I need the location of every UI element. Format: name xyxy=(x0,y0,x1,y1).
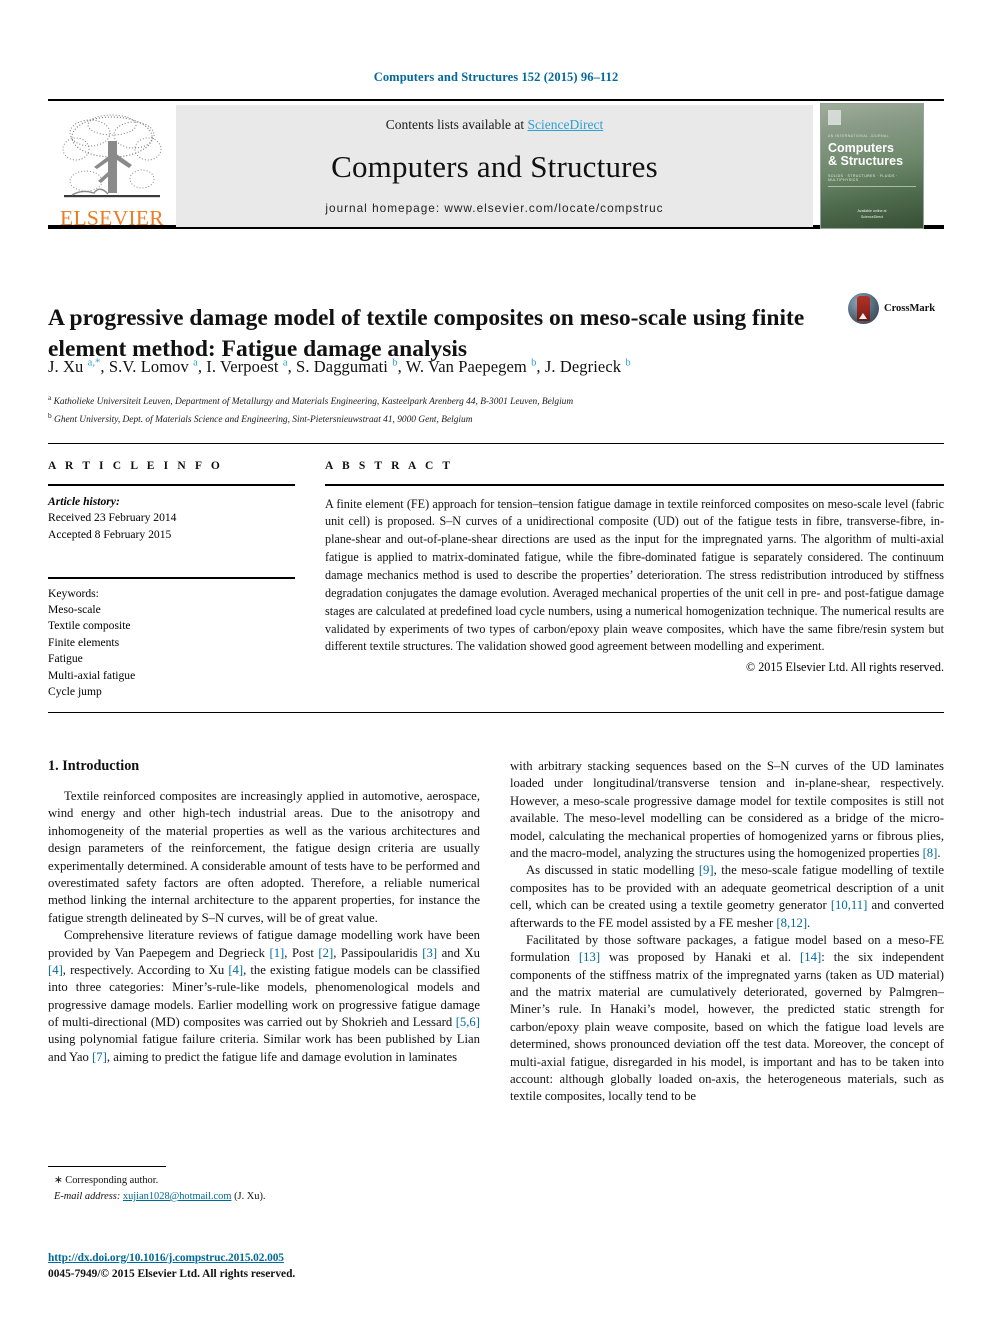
paragraph: Textile reinforced composites are increa… xyxy=(48,789,480,925)
article-history: Article history: Received 23 February 20… xyxy=(48,494,295,543)
citation-ref[interactable]: [8] xyxy=(923,846,938,860)
cover-elsevier-mark xyxy=(828,110,841,125)
keywords-block: Keywords: Meso-scale Textile composite F… xyxy=(48,576,295,701)
citation-ref[interactable]: [7] xyxy=(92,1050,107,1064)
abstract-rule xyxy=(325,484,944,486)
contents-lists-line: Contents lists available at ScienceDirec… xyxy=(176,117,813,133)
keyword-item: Multi-axial fatigue xyxy=(48,668,136,682)
citation-ref[interactable]: [14] xyxy=(800,950,821,964)
email-owner: (J. Xu). xyxy=(234,1190,266,1202)
citation-ref[interactable]: [5,6] xyxy=(456,1015,480,1029)
abstract-text: A finite element (FE) approach for tensi… xyxy=(325,496,944,654)
body-column-right: with arbitrary stacking sequences based … xyxy=(510,758,944,1106)
abstract-copyright: © 2015 Elsevier Ltd. All rights reserved… xyxy=(745,660,944,675)
section-heading-introduction: 1. Introduction xyxy=(48,758,140,774)
journal-homepage-line[interactable]: journal homepage: www.elsevier.com/locat… xyxy=(176,201,813,215)
elsevier-tree-icon xyxy=(62,114,162,197)
article-info-heading: A R T I C L E I N F O xyxy=(48,460,223,472)
keyword-item: Textile composite xyxy=(48,619,131,633)
article-info-rule xyxy=(48,484,295,486)
citation-ref[interactable]: [4] xyxy=(228,963,243,977)
author-list: J. Xu a,*, S.V. Lomov a, I. Verpoest a, … xyxy=(48,357,631,376)
cover-title-line2: & Structures xyxy=(828,154,904,169)
keyword-item: Fatigue xyxy=(48,652,83,666)
cover-subtitle: SOLIDS · STRUCTURES · FLUIDS · MULTIPHYS… xyxy=(828,173,898,182)
sciencedirect-link[interactable]: ScienceDirect xyxy=(528,117,604,132)
journal-masthead: ELSEVIER Contents lists available at Sci… xyxy=(48,99,944,229)
keywords-rule xyxy=(48,576,295,579)
cover-title-line1: Computers xyxy=(828,141,894,155)
footnote-rule xyxy=(48,1166,166,1168)
keyword-item: Cycle jump xyxy=(48,685,102,699)
crossmark-label: CrossMark xyxy=(884,302,936,314)
affiliation-text-a: Katholieke Universiteit Leuven, Departme… xyxy=(53,397,574,408)
elsevier-logo: ELSEVIER xyxy=(48,105,176,229)
footer-block: http://dx.doi.org/10.1016/j.compstruc.20… xyxy=(48,1248,480,1280)
cover-footer: Available online at ScienceDirect xyxy=(821,209,923,220)
abstract-heading: A B S T R A C T xyxy=(325,460,454,472)
page-title: A progressive damage model of textile co… xyxy=(48,304,805,362)
contents-lists-text: Contents lists available at xyxy=(385,117,528,132)
paragraph: Comprehensive literature reviews of fati… xyxy=(48,928,480,1064)
email-label: E-mail address: xyxy=(54,1190,121,1202)
body-column-left: 1. Introduction Textile reinforced compo… xyxy=(48,758,480,1066)
article-info-column: A R T I C L E I N F O Article history: R… xyxy=(48,460,295,701)
citation-ref[interactable]: [4] xyxy=(48,963,63,977)
affiliation-b: b Ghent University, Dept. of Materials S… xyxy=(48,410,938,428)
crossmark-icon xyxy=(848,292,879,324)
keywords-list: Keywords: Meso-scale Textile composite F… xyxy=(48,586,295,701)
affiliation-mark-b: b xyxy=(48,410,52,420)
issn-copyright: 0045-7949/© 2015 Elsevier Ltd. All right… xyxy=(48,1268,296,1280)
crossmark-badge[interactable]: CrossMark xyxy=(848,288,944,328)
info-top-divider xyxy=(48,443,944,444)
keywords-label: Keywords: xyxy=(48,586,99,600)
citation-ref[interactable]: [8,12] xyxy=(776,916,807,930)
sciencedirect-band: Contents lists available at ScienceDirec… xyxy=(176,105,813,227)
affiliations: a Katholieke Universiteit Leuven, Depart… xyxy=(48,392,938,427)
email-note: E-mail address: xujian1028@hotmail.com (… xyxy=(48,1189,480,1205)
paragraph: Facilitated by those software packages, … xyxy=(510,932,944,1104)
abstract-column: A B S T R A C T A finite element (FE) ap… xyxy=(325,460,944,675)
article-history-label: Article history: xyxy=(48,494,120,508)
abstract-bottom-divider xyxy=(48,712,944,713)
journal-title: Computers and Structures xyxy=(331,149,658,184)
email-link[interactable]: xujian1028@hotmail.com xyxy=(123,1191,232,1202)
running-head: Computers and Structures 152 (2015) 96–1… xyxy=(373,70,619,84)
citation-ref[interactable]: [2] xyxy=(318,946,333,960)
article-history-accepted: Accepted 8 February 2015 xyxy=(48,527,172,541)
footnote-block: ∗ Corresponding author. E-mail address: … xyxy=(48,1166,480,1204)
cover-divider xyxy=(828,185,916,187)
elsevier-wordmark: ELSEVIER xyxy=(60,205,164,230)
cover-footer-line2: ScienceDirect xyxy=(860,214,884,219)
paragraph: As discussed in static modelling [9], th… xyxy=(510,863,944,930)
affiliation-text-b: Ghent University, Dept. of Materials Sci… xyxy=(54,414,473,425)
citation-ref[interactable]: [3] xyxy=(422,946,437,960)
paragraph: with arbitrary stacking sequences based … xyxy=(510,759,944,860)
paper-page: Computers and Structures 152 (2015) 96–1… xyxy=(0,0,992,1323)
journal-cover-thumbnail: AN INTERNATIONAL JOURNAL Computers & Str… xyxy=(820,103,924,229)
keyword-item: Meso-scale xyxy=(48,603,101,616)
affiliation-mark-a: a xyxy=(48,393,52,402)
citation-ref[interactable]: [13] xyxy=(579,950,600,964)
keyword-item: Finite elements xyxy=(48,635,120,649)
citation-ref[interactable]: [9] xyxy=(699,863,714,877)
citation-ref[interactable]: [10,11] xyxy=(831,898,868,912)
doi-link[interactable]: http://dx.doi.org/10.1016/j.compstruc.20… xyxy=(48,1252,284,1264)
corresponding-author-note: ∗ Corresponding author. xyxy=(54,1175,159,1187)
citation-ref[interactable]: [1] xyxy=(269,946,284,960)
affiliation-a: a Katholieke Universiteit Leuven, Depart… xyxy=(48,392,938,410)
article-history-received: Received 23 February 2014 xyxy=(48,511,177,525)
cover-kicker: AN INTERNATIONAL JOURNAL xyxy=(828,134,890,138)
